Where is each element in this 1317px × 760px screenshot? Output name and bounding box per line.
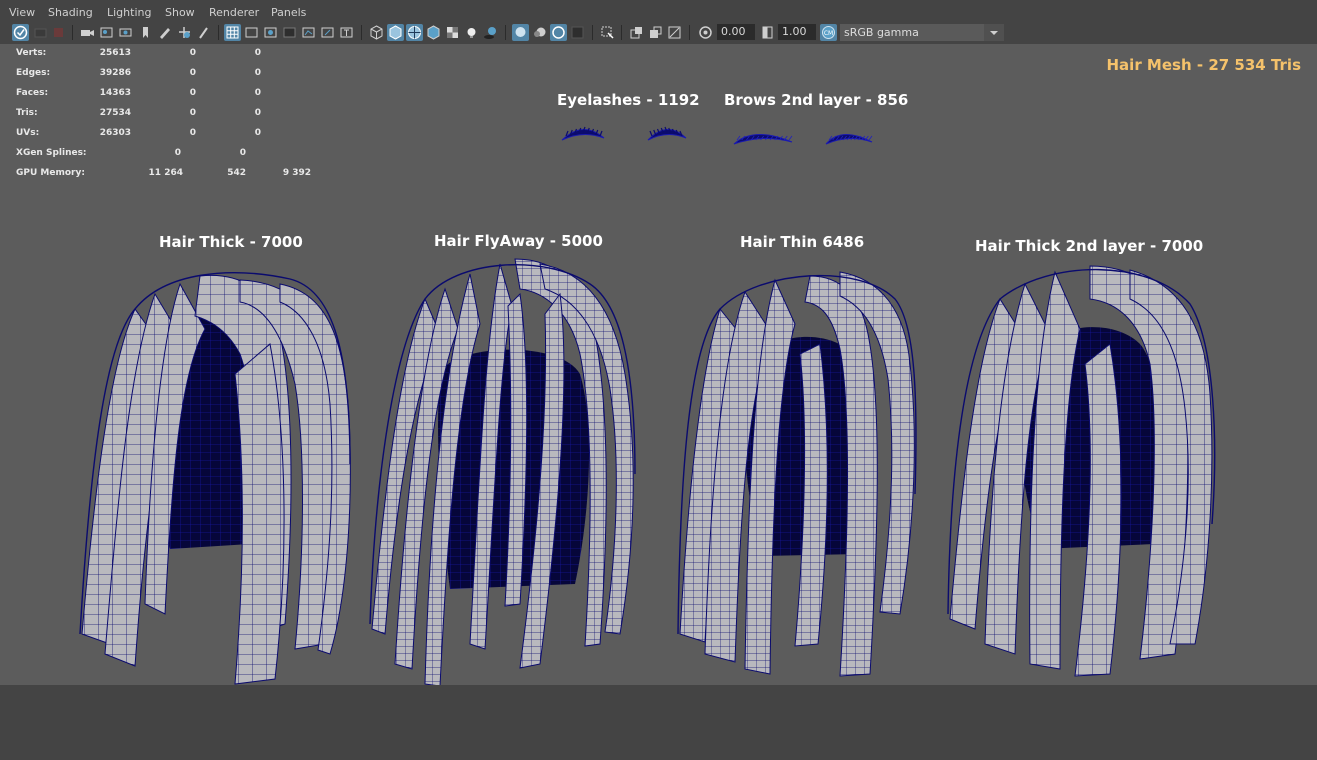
hud-label: UVs: [16,128,40,138]
eyelashes-label: Eyelashes - 1192 [557,91,700,109]
hair-flyaway-mesh [369,258,636,685]
viewport-menu-bar: View Shading Lighting Show Renderer Pane… [0,0,1317,23]
hair-thin-label: Hair Thin 6486 [740,233,865,251]
field-chart-icon[interactable] [300,24,317,41]
hud-value: 26303 [99,128,131,138]
use-all-lights-icon[interactable] [463,24,480,41]
motion-blur-icon[interactable] [531,24,548,41]
hud-value: 9 392 [282,168,311,178]
menu-show[interactable]: Show [165,6,195,19]
gamma-icon[interactable] [759,24,776,41]
hud-label: XGen Splines: [16,148,87,158]
exposure-icon[interactable] [697,24,714,41]
grease-pencil-icon[interactable] [156,24,173,41]
hud-value: 0 [254,88,261,98]
bookmarks-icon[interactable] [50,24,67,41]
brush-icon[interactable] [195,24,212,41]
brow-left [733,133,793,145]
smooth-shade-icon[interactable] [387,24,404,41]
hud-value: 542 [227,168,246,178]
grid-icon[interactable] [224,24,241,41]
brows-label: Brows 2nd layer - 856 [724,91,909,109]
film-gate-icon[interactable] [117,24,134,41]
hud-value: 0 [254,68,261,78]
anti-aliasing-icon[interactable] [550,24,567,41]
hud-value: 0 [189,68,196,78]
hud-value: 0 [254,108,261,118]
menu-panels[interactable]: Panels [271,6,306,19]
wireframe-on-shaded-icon[interactable] [406,24,423,41]
default-material-icon[interactable] [425,24,442,41]
image-plane-icon[interactable] [98,24,115,41]
eyelash-left [561,126,605,141]
exposure-field[interactable]: 0.00 [717,24,755,40]
hud-value: 14363 [99,88,131,98]
hud-value: 0 [189,88,196,98]
hud-value: 11 264 [148,168,183,178]
hud-label: Edges: [16,68,51,78]
gamma-field[interactable]: 1.00 [778,24,816,40]
hud-value: 0 [189,128,196,138]
hud-label: Tris: [16,108,38,118]
two-d-pan-zoom-icon[interactable] [176,24,193,41]
hair-thick-2nd-layer-label: Hair Thick 2nd layer - 7000 [975,237,1204,255]
menu-shading[interactable]: Shading [48,6,93,19]
hud-label: Verts: [16,48,47,58]
screen-space-ao-icon[interactable] [512,24,529,41]
hud-value: 0 [254,48,261,58]
hud-value: 25613 [99,48,131,58]
hud-label: GPU Memory: [16,168,85,178]
brow-right [825,134,873,145]
xray-joints-icon[interactable] [647,24,664,41]
hud-label: Faces: [16,88,49,98]
hud-value: 0 [174,148,181,158]
color-management-icon[interactable]: CM [820,24,837,41]
hair-thick-label: Hair Thick - 7000 [159,233,303,251]
eyelash-right [647,126,687,141]
panel-toolbar: 0.00 1.00 CM sRGB gamma [0,22,1317,44]
hair-flyaway-label: Hair FlyAway - 5000 [434,232,603,250]
hud-value: 39286 [99,68,131,78]
depth-of-field-icon[interactable] [569,24,586,41]
hud-value: 27534 [99,108,131,118]
view-transform-value: sRGB gamma [844,26,919,39]
shadows-icon[interactable] [482,24,499,41]
resolution-gate-icon[interactable] [262,24,279,41]
camera-icon[interactable] [79,24,96,41]
scene-title: Hair Mesh - 27 534 Tris [1106,56,1302,74]
panel-background [0,685,1317,760]
svg-text:CM: CM [824,30,833,37]
hud-value: 0 [189,48,196,58]
view-transform-dropdown[interactable]: sRGB gamma [840,24,1004,41]
hud-value: 0 [189,108,196,118]
hud-value: 0 [239,148,246,158]
chevron-down-icon[interactable] [984,24,1004,41]
menu-renderer[interactable]: Renderer [209,6,259,19]
isolate-select-icon[interactable] [628,24,645,41]
safe-title-icon[interactable] [338,24,355,41]
menu-lighting[interactable]: Lighting [107,6,151,19]
wireframe-icon[interactable] [368,24,385,41]
hair-thin-mesh [677,271,917,677]
hud-value: 0 [254,128,261,138]
viewport[interactable]: Verts: 25613 0 0 Edges: 39286 0 0 Faces: 14363 0 0 T… [0,44,1317,685]
hair-thick-mesh [79,272,351,685]
safe-action-icon[interactable] [319,24,336,41]
gate-mask-icon[interactable] [281,24,298,41]
xray-active-components-icon[interactable] [666,24,683,41]
film-gate-toggle-icon[interactable] [243,24,260,41]
camera-attributes-icon[interactable] [32,24,49,41]
select-camera-icon[interactable] [12,24,29,41]
hair-thick-2nd-layer-mesh [947,265,1216,677]
mesh-canvas [79,126,1216,685]
menu-view[interactable]: View [9,6,35,19]
xray-icon[interactable] [599,24,616,41]
bookmark-flag-icon[interactable] [137,24,154,41]
textured-icon[interactable] [444,24,461,41]
